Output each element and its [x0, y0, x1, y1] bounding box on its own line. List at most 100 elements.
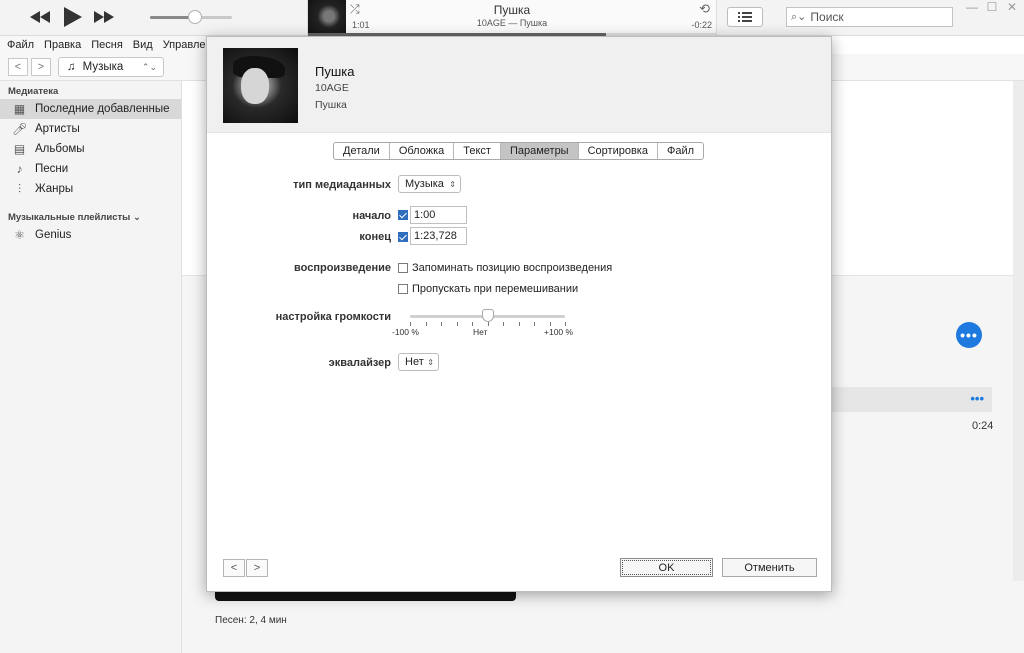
volume-slider[interactable]	[150, 10, 232, 24]
scrollbar[interactable]	[1013, 81, 1024, 581]
volume-tick	[503, 322, 504, 326]
tab-sorting[interactable]: Сортировка	[579, 143, 658, 159]
sidebar-item-label: Последние добавленные	[35, 103, 170, 115]
tab-details[interactable]: Детали	[334, 143, 390, 159]
minimize-icon[interactable]: —	[962, 0, 982, 14]
start-checkbox[interactable]	[398, 210, 408, 220]
sidebar-item-artists[interactable]: 🎤︎ Артисты	[0, 119, 181, 139]
close-icon[interactable]: ✕	[1002, 0, 1022, 14]
playlists-header[interactable]: Музыкальные плейлисты ⌄	[8, 212, 141, 223]
sidebar-item-genius[interactable]: ⚛ Genius	[0, 225, 181, 245]
media-type-label: тип медиаданных	[293, 179, 391, 191]
back-button[interactable]: <	[8, 58, 28, 76]
sidebar-item-label: Песни	[35, 163, 69, 175]
menu-view[interactable]: Вид	[133, 39, 153, 51]
genres-icon: ⫶	[17, 181, 21, 196]
sidebar: Медиатека ▦ Последние добавленные 🎤︎ Арт…	[0, 81, 182, 653]
tab-artwork[interactable]: Обложка	[390, 143, 455, 159]
volume-tick	[565, 322, 566, 326]
next-song-button[interactable]: >	[246, 559, 268, 577]
menu-edit[interactable]: Правка	[44, 39, 81, 51]
library-header: Медиатека	[8, 86, 59, 97]
song-title: Пушка	[315, 64, 355, 79]
elapsed-time: 1:01	[352, 20, 370, 30]
library-status: Песен: 2, 4 мин	[215, 615, 287, 626]
volume-tick	[518, 322, 520, 326]
sidebar-item-albums[interactable]: ▤ Альбомы	[0, 139, 181, 159]
media-type-value: Музыка	[405, 178, 444, 190]
stop-checkbox[interactable]	[398, 232, 408, 242]
equalizer-label: эквалайзер	[328, 357, 391, 369]
volume-adjust-label: настройка громкости	[275, 311, 391, 323]
note-icon: ♫	[67, 61, 76, 73]
start-time-field[interactable]: 1:00	[410, 206, 467, 224]
remember-position-checkbox[interactable]	[398, 263, 408, 273]
media-type-select[interactable]: Музыка ⇕	[398, 175, 461, 193]
ellipsis-icon: •••	[960, 327, 978, 343]
dialog-tabs: Детали Обложка Текст Параметры Сортировк…	[333, 142, 705, 160]
artwork-face	[241, 68, 269, 104]
chevron-left-icon: <	[14, 61, 22, 73]
sidebar-item-genres[interactable]: ⫶ Жанры	[0, 179, 181, 199]
volume-max-label: +100 %	[544, 327, 574, 337]
maximize-icon[interactable]: ☐	[982, 0, 1002, 14]
volume-knob[interactable]	[188, 10, 203, 24]
ellipsis-icon[interactable]: •••	[970, 391, 984, 406]
more-options-button[interactable]: •••	[956, 322, 982, 348]
volume-adjust-knob[interactable]	[481, 309, 494, 322]
track-duration: 0:24	[972, 420, 994, 432]
cancel-button[interactable]: Отменить	[722, 558, 817, 577]
menu-file[interactable]: Файл	[7, 39, 34, 51]
start-label: начало	[352, 210, 391, 222]
previous-song-button[interactable]: <	[223, 559, 245, 577]
repeat-icon[interactable]: ⟲	[699, 1, 710, 17]
album-icon: ▤	[13, 142, 26, 156]
volume-tick	[456, 322, 458, 326]
menu-song[interactable]: Песня	[91, 39, 123, 51]
play-icon[interactable]	[64, 7, 82, 27]
volume-tick	[410, 322, 411, 326]
playlists-header-label: Музыкальные плейлисты	[8, 212, 131, 223]
equalizer-select[interactable]: Нет ⇕	[398, 353, 439, 371]
media-kind-label: Музыка	[82, 61, 124, 73]
shuffle-icon[interactable]: ⤮	[350, 2, 360, 17]
song-info-dialog: Пушка 10AGE Пушка Детали Обложка Текст П…	[206, 36, 832, 592]
volume-tick	[425, 322, 427, 326]
chevron-updown-icon: ⇕	[449, 179, 456, 189]
volume-tick	[441, 322, 442, 326]
rewind-icon[interactable]	[30, 11, 50, 23]
now-playing-artwork[interactable]	[308, 0, 346, 36]
album-artwork	[215, 591, 516, 601]
sidebar-item-songs[interactable]: ♪ Песни	[0, 159, 181, 179]
chevron-left-icon: <	[230, 562, 238, 574]
now-playing-subtitle: 10AGE — Пушка	[476, 18, 548, 28]
volume-tick	[487, 322, 489, 326]
now-playing-title: Пушка	[493, 3, 531, 17]
chevron-updown-icon: ⌃⌄	[141, 61, 157, 72]
dialog-header: Пушка 10AGE Пушка	[207, 37, 831, 133]
remember-position-label[interactable]: Запоминать позицию воспроизведения	[412, 262, 612, 274]
ok-button[interactable]: OK	[620, 558, 713, 577]
stop-time-field[interactable]: 1:23,728	[410, 227, 467, 245]
sidebar-item-label: Альбомы	[35, 143, 85, 155]
tab-file[interactable]: Файл	[658, 143, 703, 159]
player-bar: ⤮ 1:01 Пушка 10AGE — Пушка ⟲ -0:22 ⌕⌄ По…	[0, 0, 1024, 36]
track-row[interactable]: •••	[832, 387, 992, 412]
tab-lyrics[interactable]: Текст	[454, 143, 501, 159]
chevron-updown-icon: ⇕	[427, 357, 434, 367]
media-kind-select[interactable]: ♫ Музыка ⌃⌄	[58, 57, 164, 77]
volume-min-label: -100 %	[392, 327, 419, 337]
chevron-right-icon: >	[253, 562, 261, 574]
forward-button[interactable]: >	[31, 58, 51, 76]
tab-options[interactable]: Параметры	[500, 143, 579, 159]
sidebar-item-recently-added[interactable]: ▦ Последние добавленные	[0, 99, 181, 119]
remaining-time: -0:22	[691, 20, 712, 30]
volume-mid-label: Нет	[473, 327, 488, 337]
up-next-button[interactable]	[727, 7, 763, 27]
grid-icon: ▦	[13, 102, 26, 116]
skip-shuffle-label[interactable]: Пропускать при перемешивании	[412, 283, 578, 295]
search-input[interactable]: ⌕⌄ Поиск	[786, 7, 953, 27]
now-playing-display: ⤮ 1:01 Пушка 10AGE — Пушка ⟲ -0:22	[307, 0, 717, 36]
skip-shuffle-checkbox[interactable]	[398, 284, 408, 294]
fast-forward-icon[interactable]	[94, 11, 114, 23]
